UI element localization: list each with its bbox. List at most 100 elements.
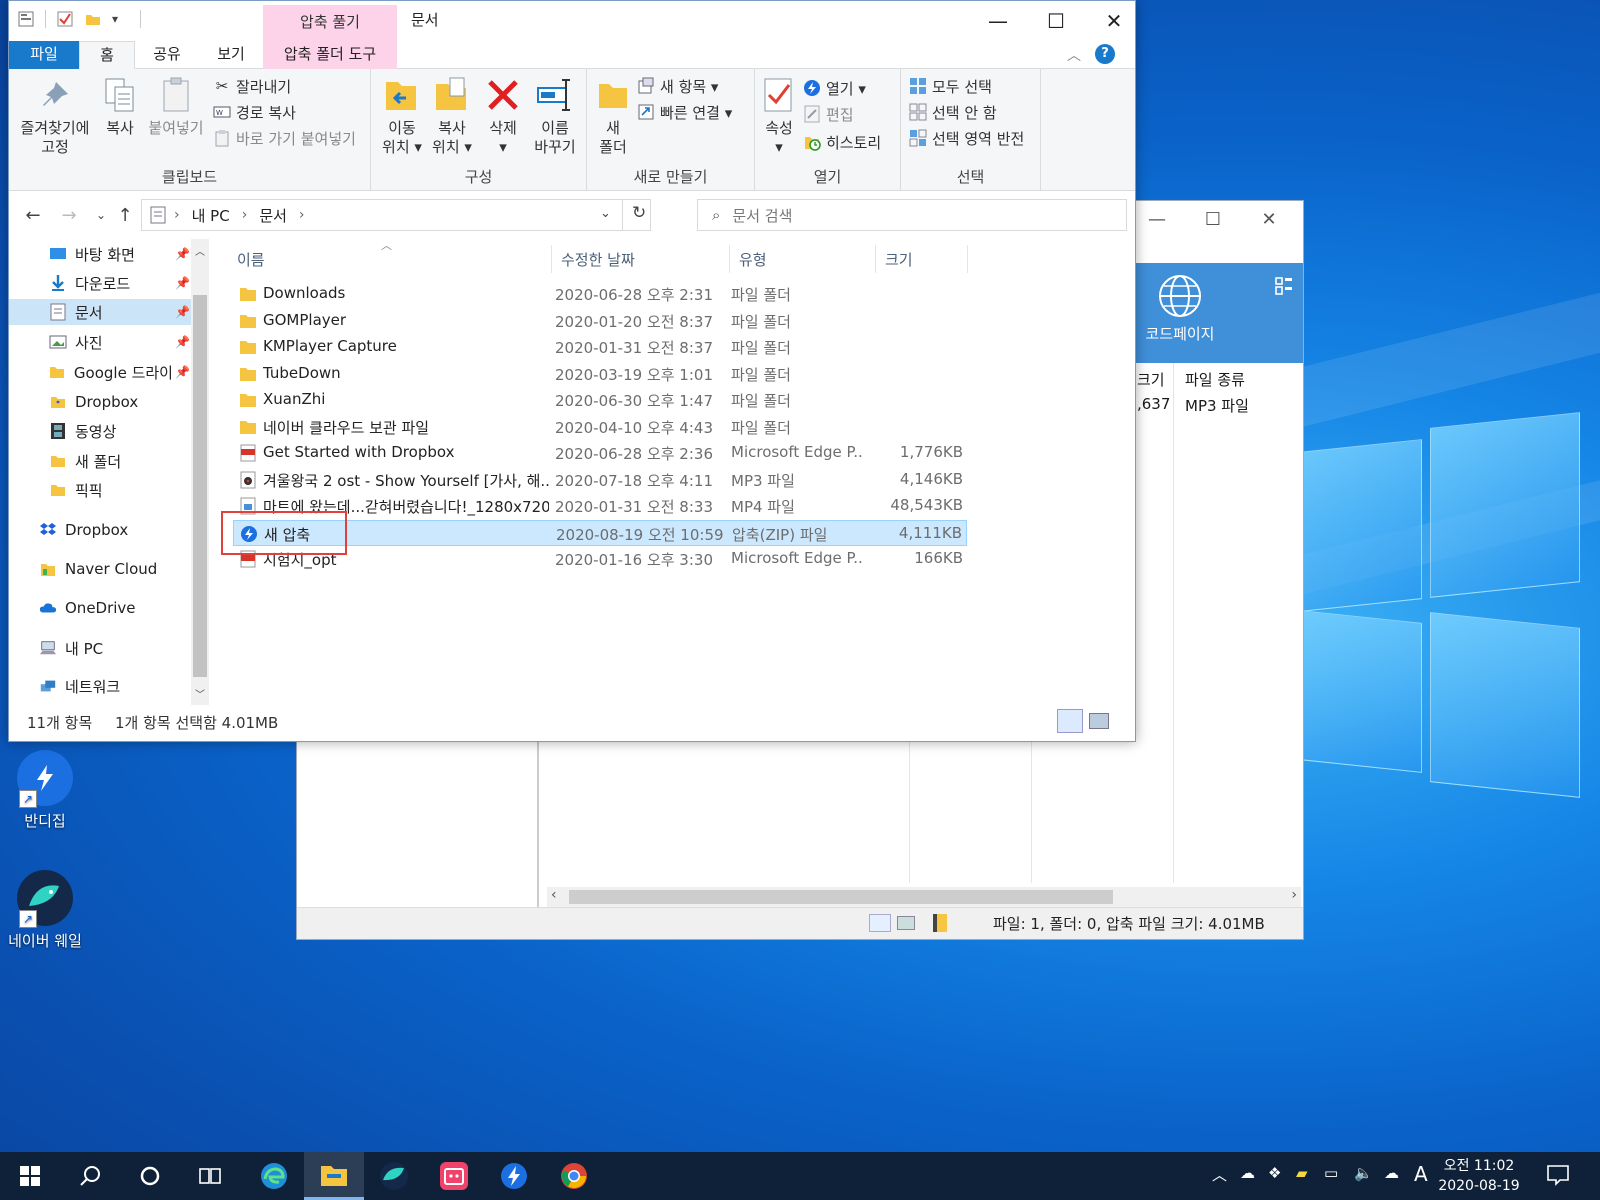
search-input[interactable]: ⌕ 문서 검색: [697, 199, 1127, 231]
new-folder-icon[interactable]: [84, 10, 102, 28]
paste-shortcut-button[interactable]: 바로 가기 붙여넣기: [213, 127, 356, 149]
minimize-button[interactable]: —: [969, 1, 1027, 41]
dropbox-tray-icon[interactable]: ❖: [1268, 1164, 1281, 1182]
column-header-size[interactable]: 크기: [1137, 369, 1165, 390]
file-row[interactable]: KMPlayer Capture 2020-01-31 오전 8:37 파일 폴더: [233, 334, 967, 360]
file-row[interactable]: TubeDown 2020-03-19 오후 1:01 파일 폴더: [233, 361, 967, 387]
sidebar-item-documents[interactable]: 문서: [9, 299, 191, 325]
chevron-down-icon[interactable]: ▾: [112, 10, 130, 28]
new-folder-button[interactable]: 새 폴더: [593, 75, 633, 157]
delete-button[interactable]: 삭제 ▾: [483, 75, 523, 157]
scroll-right-icon[interactable]: ›: [1291, 887, 1297, 903]
move-to-button[interactable]: 이동 위치 ▾: [379, 75, 425, 157]
column-header-size[interactable]: 크기: [885, 249, 913, 270]
sidebar-item-pictures[interactable]: 사진: [49, 329, 103, 355]
file-row[interactable]: Downloads 2020-06-28 오후 2:31 파일 폴더: [233, 281, 967, 307]
pin-to-quick-access-button[interactable]: 즐겨찾기에 고정: [15, 75, 95, 157]
address-bar[interactable]: › 내 PC › 문서 › ⌄ ↻: [141, 199, 651, 231]
taskbar-bandizip[interactable]: [484, 1152, 544, 1200]
sidebar-item-new-folder[interactable]: 새 폴더: [49, 448, 121, 474]
file-row[interactable]: Get Started with Dropbox 2020-06-28 오후 2:…: [233, 440, 967, 466]
file-row[interactable]: XuanZhi 2020-06-30 오후 1:47 파일 폴더: [233, 387, 967, 413]
rename-button[interactable]: 이름 바꾸기: [527, 75, 583, 157]
paste-button[interactable]: 붙여넣기: [143, 75, 209, 138]
new-item-button[interactable]: 새 항목 ▾: [637, 75, 718, 97]
sidebar-item-network[interactable]: 네트워크: [39, 673, 120, 699]
maximize-button[interactable]: ☐: [1027, 1, 1085, 41]
column-header-date-modified[interactable]: 수정한 날짜: [561, 249, 635, 270]
sidebar-item-onedrive[interactable]: OneDrive: [39, 595, 136, 621]
history-button[interactable]: 히스토리: [803, 131, 881, 153]
forward-arrow-icon[interactable]: →: [57, 203, 81, 227]
ime-indicator[interactable]: A: [1414, 1162, 1428, 1186]
column-header-name[interactable]: 이름: [237, 249, 265, 270]
minimize-button[interactable]: —: [1129, 205, 1185, 233]
copy-to-button[interactable]: 복사 위치 ▾: [427, 75, 477, 157]
column-header-filetype[interactable]: 파일 종류: [1185, 369, 1245, 390]
invert-selection-button[interactable]: 선택 영역 반전: [909, 127, 1024, 149]
breadcrumb-documents[interactable]: 문서: [259, 205, 287, 226]
tab-file[interactable]: 파일: [9, 41, 79, 69]
open-button[interactable]: 열기 ▾: [803, 77, 866, 99]
desktop-icon-naver-whale[interactable]: ↗ 네이버 웨일: [0, 870, 90, 951]
file-row[interactable]: 네이버 클라우드 보관 파일 2020-04-10 오후 4:43 파일 폴더: [233, 414, 967, 440]
system-clock[interactable]: 오전 11:02 2020-08-19: [1436, 1156, 1522, 1196]
sidebar-item-videos[interactable]: 동영상: [49, 418, 116, 444]
breadcrumb-this-pc[interactable]: 내 PC: [192, 205, 230, 226]
sidebar-item-picpick[interactable]: 픽픽: [49, 477, 103, 503]
start-button[interactable]: [0, 1152, 60, 1200]
select-all-button[interactable]: 모두 선택: [909, 75, 992, 97]
volume-icon[interactable]: 🔈: [1354, 1164, 1373, 1182]
notification-center-button[interactable]: [1546, 1164, 1570, 1186]
column-header-type[interactable]: 유형: [739, 249, 767, 270]
scrollbar-thumb[interactable]: [193, 295, 207, 677]
scroll-up-icon[interactable]: ︿: [195, 243, 205, 258]
file-row[interactable]: 겨울왕국 2 ost - Show Yourself [가사, 해... 2020…: [233, 467, 967, 493]
explorer-icon[interactable]: [17, 10, 35, 28]
close-button[interactable]: ✕: [1241, 205, 1297, 233]
help-icon[interactable]: ?: [1095, 44, 1115, 64]
back-arrow-icon[interactable]: ←: [21, 203, 45, 227]
grid-view-icon[interactable]: [1275, 277, 1293, 295]
file-explorer-window[interactable]: ▾ 압축 풀기 문서 — ☐ ✕ 파일 홈 공유 보기 압축 폴더 도구 ︿ ?…: [8, 0, 1136, 742]
taskbar-file-explorer[interactable]: [304, 1152, 364, 1200]
notes-tray-icon[interactable]: ▰: [1296, 1164, 1308, 1182]
up-arrow-icon[interactable]: ↑: [113, 203, 137, 227]
scroll-left-icon[interactable]: ‹: [551, 887, 557, 903]
copy-path-button[interactable]: W 경로 복사: [213, 101, 296, 123]
collapse-ribbon-icon[interactable]: ︿: [1067, 45, 1081, 65]
file-row[interactable]: GOMPlayer 2020-01-20 오전 8:37 파일 폴더: [233, 308, 967, 334]
tab-share[interactable]: 공유: [135, 41, 199, 69]
codepage-button[interactable]: 코드페이지: [1135, 273, 1225, 344]
taskbar-naver-whale[interactable]: [364, 1152, 424, 1200]
details-view-icon[interactable]: [869, 914, 891, 932]
horizontal-scrollbar[interactable]: ‹ ›: [547, 887, 1301, 907]
large-icons-view-icon[interactable]: [1089, 713, 1109, 729]
scroll-down-icon[interactable]: ﹀: [195, 686, 205, 701]
cortana-button[interactable]: [120, 1152, 180, 1200]
sidebar-item-this-pc[interactable]: 내 PC: [39, 635, 103, 661]
show-hidden-icons-chevron[interactable]: ︿: [1212, 1164, 1227, 1185]
sidebar-item-naver-cloud[interactable]: Naver Cloud: [39, 556, 157, 582]
preview-icon[interactable]: [897, 916, 915, 930]
details-view-icon[interactable]: [1057, 709, 1083, 733]
address-dropdown-icon[interactable]: ⌄: [600, 206, 611, 221]
search-button[interactable]: [60, 1152, 120, 1200]
close-button[interactable]: ✕: [1085, 1, 1143, 41]
pin-icon[interactable]: 📌: [175, 247, 190, 261]
pin-icon[interactable]: 📌: [175, 276, 190, 290]
sidebar-item-dropbox-folder[interactable]: Dropbox: [49, 389, 138, 415]
refresh-icon[interactable]: ↻: [632, 203, 646, 223]
select-none-button[interactable]: 선택 안 함: [909, 101, 997, 123]
network-tray-icon[interactable]: ▭: [1324, 1164, 1338, 1182]
pin-icon[interactable]: 📌: [175, 365, 190, 379]
tab-home[interactable]: 홈: [79, 41, 135, 69]
tab-view[interactable]: 보기: [199, 41, 263, 69]
maximize-button[interactable]: ☐: [1185, 205, 1241, 233]
sidebar-item-dropbox[interactable]: Dropbox: [39, 517, 128, 543]
recent-locations-chevron-icon[interactable]: ⌄: [89, 203, 113, 227]
onedrive-tray-icon[interactable]: ☁: [1240, 1164, 1255, 1182]
tab-compressed-folder-tools[interactable]: 압축 폴더 도구: [263, 41, 397, 69]
pin-icon[interactable]: 📌: [175, 305, 190, 319]
sidebar-item-downloads[interactable]: 다운로드: [49, 270, 130, 296]
